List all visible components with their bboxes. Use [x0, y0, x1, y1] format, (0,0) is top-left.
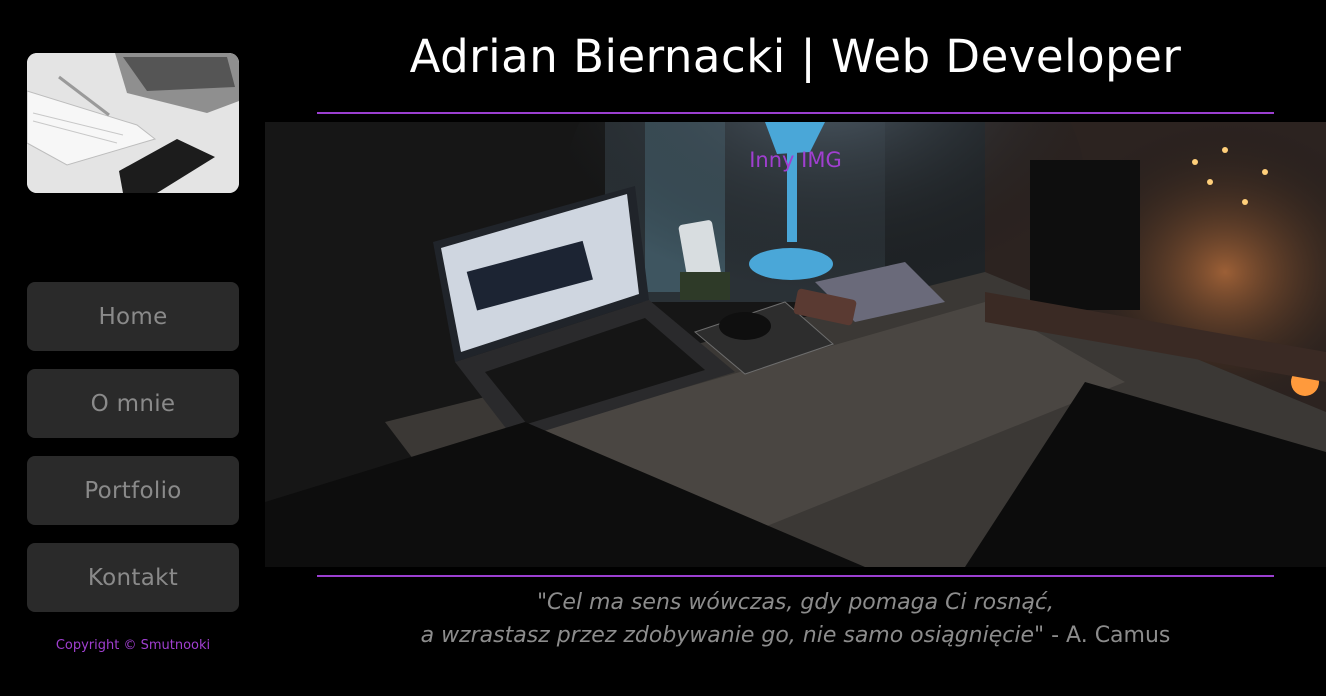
quote-author: - A. Camus	[1044, 623, 1171, 648]
hero-caption: Inny IMG	[749, 148, 842, 172]
quote-line-1: "Cel ma sens wówczas, gdy pomaga Ci rosn…	[536, 590, 1055, 615]
copyright-text: Copyright © Smutnooki	[55, 638, 211, 653]
quote-line-2: a wzrastasz przez zdobywanie go, nie sam…	[420, 623, 1045, 648]
hero-image: Inny IMG	[265, 122, 1326, 567]
nav-contact-button[interactable]: Kontakt	[27, 543, 239, 612]
header-divider	[317, 112, 1274, 114]
sidebar: Home O mnie Portfolio Kontakt Copyright …	[27, 53, 239, 653]
nav-portfolio-button[interactable]: Portfolio	[27, 456, 239, 525]
profile-image	[27, 53, 239, 193]
main-nav: Home O mnie Portfolio Kontakt	[27, 282, 239, 630]
quote-block: "Cel ma sens wówczas, gdy pomaga Ci rosn…	[317, 586, 1274, 652]
nav-about-button[interactable]: O mnie	[27, 369, 239, 438]
footer-divider	[317, 575, 1274, 577]
page-title: Adrian Biernacki | Web Developer	[409, 30, 1182, 83]
nav-home-button[interactable]: Home	[27, 282, 239, 351]
